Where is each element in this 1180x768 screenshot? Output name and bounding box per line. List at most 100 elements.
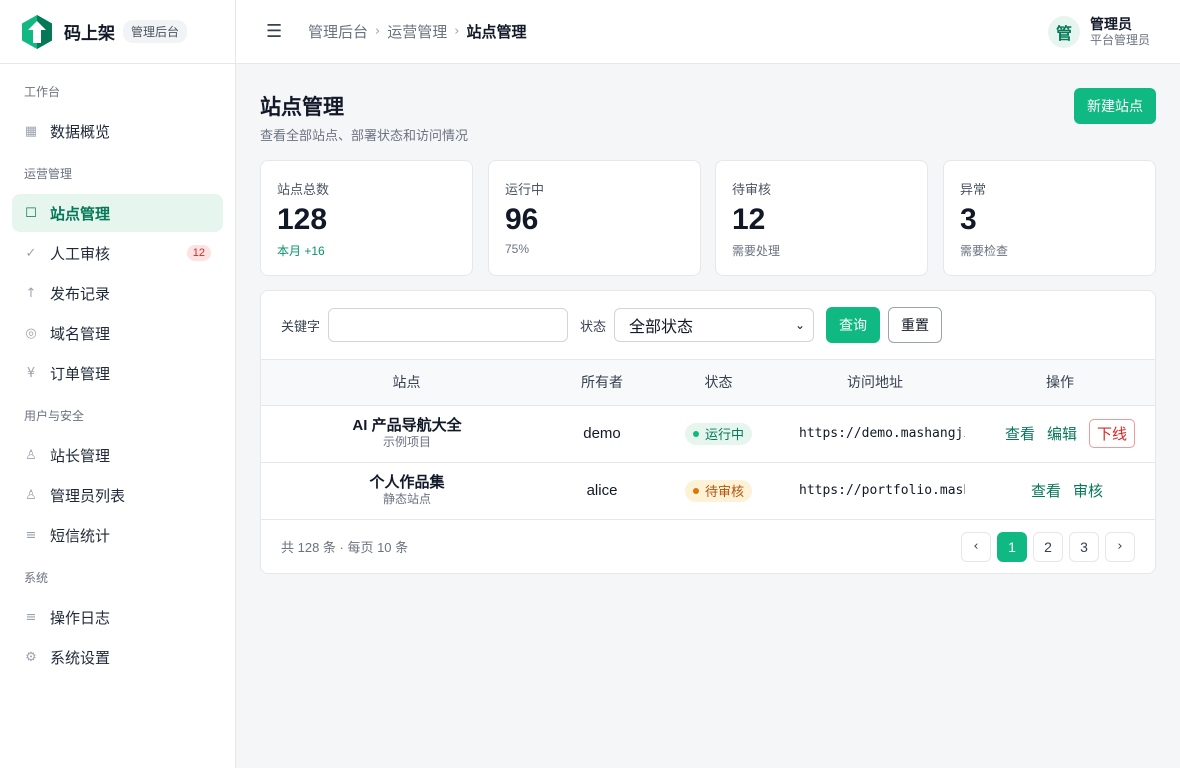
view-link[interactable]: 查看 [1031,480,1061,501]
column-header: 访问地址 [785,360,965,406]
person-icon: ♙ [25,487,37,503]
new-site-button[interactable]: 新建站点 [1074,88,1156,124]
column-header: 状态 [652,360,785,406]
breadcrumb-current: 站点管理 [466,24,527,41]
stat-label: 站点总数 [277,182,330,197]
next-page-button[interactable]: › [1105,531,1135,562]
status-badge: 待审核 [684,479,752,502]
page-title: 站点管理 [260,96,344,119]
stat-label: 待审核 [732,182,772,197]
user-menu[interactable]: 管 管理员 平台管理员 [1047,16,1150,48]
sidebar-item-review[interactable]: ✓ 人工审核 12 [12,234,223,272]
site-name: AI 产品导航大全 [352,417,462,434]
sidebar-nav: 工作台 ▦ 数据概览 运营管理 ☐ 站点管理 ✓ 人工审核 12 ↑ 发布记录 … [0,64,235,676]
sidebar-item-sites[interactable]: ☐ 站点管理 [12,194,223,232]
sidebar-item-label: 发布记录 [50,285,111,303]
stat-card-pending: 待审核 12 需要处理 [715,160,928,276]
top-header: ☰ 管理后台 › 运营管理 › 站点管理 管 管理员 平台管理员 [236,0,1180,64]
site-name: 个人作品集 [369,474,445,491]
query-button[interactable]: 查询 [826,307,881,343]
sidebar-item-label: 域名管理 [50,325,111,343]
sidebar-item-label: 站点管理 [50,205,111,223]
menu-icon[interactable]: ☰ [266,21,290,42]
person-icon: ♙ [25,447,37,463]
stat-note: 需要检查 [960,244,1009,258]
owner-cell: demo [552,405,652,463]
table-row: AI 产品导航大全 示例项目 demo 运行中 https://demo.mas… [261,405,1155,463]
stat-note: 本月 +16 [277,244,325,258]
sidebar-item-releases[interactable]: ↑ 发布记录 [12,274,223,312]
stat-value: 128 [277,203,328,236]
arrow-up-icon: ↑ [25,285,37,301]
sidebar-item-label: 操作日志 [50,609,111,627]
status-select[interactable]: 全部状态 ⌄ [614,308,815,342]
keyword-input[interactable] [328,308,569,342]
status-text: 运行中 [704,427,744,442]
brand: 码上架 管理后台 [0,0,235,64]
sidebar-item-label: 系统设置 [50,649,111,667]
table-row: 个人作品集 静态站点 alice 待审核 https://portfolio.m… [261,462,1155,520]
status-dot-icon [692,487,699,494]
stat-label: 异常 [960,182,987,197]
column-header: 所有者 [552,360,652,406]
review-count-badge: 12 [186,245,211,261]
status-text: 待审核 [704,484,744,499]
filter-bar: 关键字 状态 全部状态 ⌄ 查询 重置 [261,291,1155,360]
review-link[interactable]: 审核 [1073,480,1103,501]
status-dot-icon [692,430,699,437]
sidebar-item-overview[interactable]: ▦ 数据概览 [12,112,223,150]
nav-group-title: 用户与安全 [24,409,85,423]
sidebar-item-label: 人工审核 [50,245,111,263]
table-footer: 共 128 条 · 每页 10 条 ‹ 1 2 3 › [261,520,1155,574]
lines-icon: ≡ [25,527,37,543]
user-role: 平台管理员 [1089,33,1150,47]
sidebar-item-admins[interactable]: ♙ 管理员列表 [12,476,223,514]
site-url[interactable]: https://demo.mashangjia.com [785,426,965,441]
globe-icon: ◎ [25,325,37,341]
total-summary: 共 128 条 · 每页 10 条 [281,540,409,555]
square-icon: ☐ [25,205,37,221]
breadcrumb-item[interactable]: 管理后台 [308,21,368,42]
lines-icon: ≡ [25,609,37,625]
sidebar-item-logs[interactable]: ≡ 操作日志 [12,598,223,636]
stat-card-total: 站点总数 128 本月 +16 [260,160,473,276]
sidebar-item-settings[interactable]: ⚙ 系统设置 [12,638,223,676]
stat-note: 需要处理 [732,244,781,258]
page-button[interactable]: 2 [1033,531,1063,562]
prev-page-button[interactable]: ‹ [961,531,991,562]
user-name: 管理员 [1089,16,1132,32]
sidebar-item-webmasters[interactable]: ♙ 站长管理 [12,436,223,474]
brand-name: 码上架 [64,24,115,43]
chevron-right-icon: › [454,24,460,39]
sidebar-item-label: 站长管理 [50,447,111,465]
sidebar-item-orders[interactable]: ¥ 订单管理 [12,354,223,392]
column-header: 操作 [965,360,1155,406]
nav-group-title: 系统 [24,571,49,585]
chevron-down-icon: ⌄ [794,318,806,332]
offline-button[interactable]: 下线 [1089,419,1136,448]
keyword-label: 关键字 [281,318,321,334]
yen-icon: ¥ [26,365,36,381]
sidebar-item-domains[interactable]: ◎ 域名管理 [12,314,223,352]
site-desc: 示例项目 [382,435,431,449]
site-desc: 静态站点 [382,492,431,506]
check-icon: ✓ [25,245,37,261]
stat-note: 75% [505,242,530,256]
stat-value: 12 [732,203,766,236]
sidebar: 码上架 管理后台 工作台 ▦ 数据概览 运营管理 ☐ 站点管理 ✓ 人工审核 1… [0,0,236,768]
page-button[interactable]: 1 [997,531,1027,562]
page-button[interactable]: 3 [1069,531,1099,562]
view-link[interactable]: 查看 [1005,423,1035,444]
breadcrumb-item[interactable]: 运营管理 [387,21,447,42]
reset-button[interactable]: 重置 [888,307,943,343]
stat-value: 96 [505,203,539,236]
owner-cell: alice [552,462,652,520]
nav-group-title: 工作台 [24,85,61,99]
logo-icon [22,14,52,49]
table-header-row: 站点 所有者 状态 访问地址 操作 [261,360,1155,406]
site-url[interactable]: https://portfolio.mashangjia.com [785,483,965,498]
sidebar-item-label: 短信统计 [50,527,111,545]
edit-link[interactable]: 编辑 [1047,423,1077,444]
sidebar-item-sms-stats[interactable]: ≡ 短信统计 [12,516,223,554]
breadcrumb: 管理后台 › 运营管理 › 站点管理 [308,21,526,42]
